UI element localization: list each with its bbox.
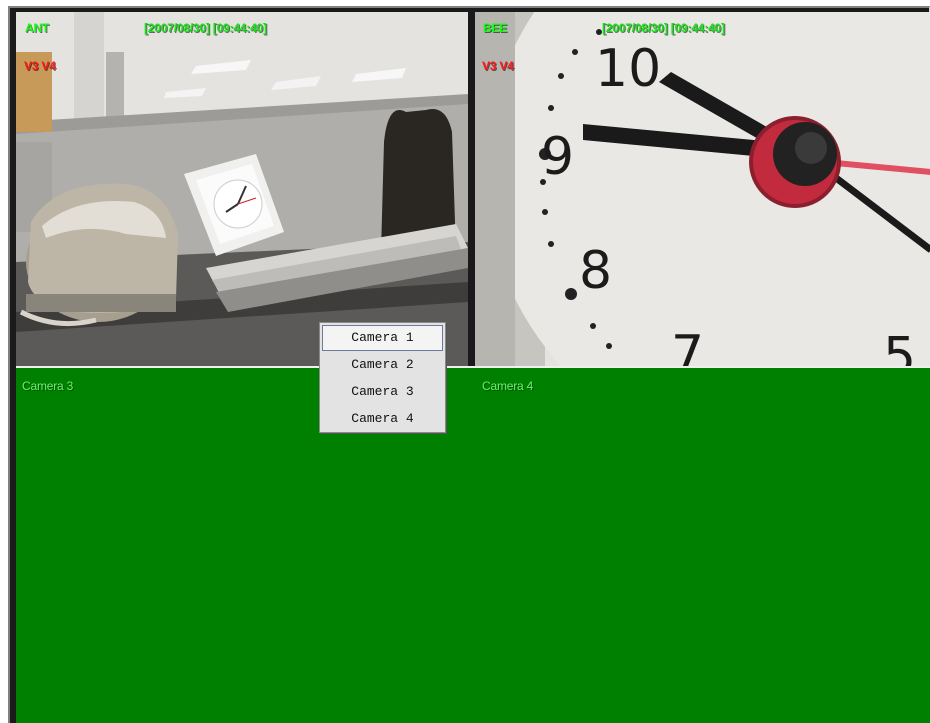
channel-tags: V3 V4	[24, 59, 56, 73]
timestamp: [2007/08/30] [09:44:40]	[144, 21, 267, 35]
camera-label: Camera 4	[482, 379, 534, 393]
camera-select-menu[interactable]: Camera 1 Camera 2 Camera 3 Camera 4	[319, 322, 446, 433]
camera-pane-ant[interactable]: ANT [2007/08/30] [09:44:40] V3 V4	[16, 12, 468, 366]
camera-label: Camera 3	[22, 379, 74, 393]
menu-item-camera-1[interactable]: Camera 1	[322, 325, 443, 351]
clock-numeral-10: 10	[595, 39, 661, 99]
clock-numeral-9: 9	[541, 127, 574, 187]
video-feed-clock: 10 9 8 7 5	[475, 12, 930, 366]
clock-numeral-7: 7	[671, 325, 704, 366]
menu-item-camera-3[interactable]: Camera 3	[322, 379, 443, 405]
timestamp: [2007/08/30] [09:44:40]	[602, 21, 725, 35]
channel-tags: V3 V4	[482, 59, 514, 73]
camera-pane-bee[interactable]: 10 9 8 7 5 BEE [2007/08/30] [09:44:40] V…	[475, 12, 930, 366]
menu-item-camera-2[interactable]: Camera 2	[322, 352, 443, 378]
camera-name: ANT	[25, 21, 50, 35]
video-feed-office	[16, 12, 468, 366]
menu-item-camera-4[interactable]: Camera 4	[322, 406, 443, 432]
camera-pane-4[interactable]: Camera 4	[475, 368, 930, 723]
camera-name: BEE	[483, 21, 508, 35]
clock-numeral-5: 5	[883, 327, 916, 366]
clock-numeral-8: 8	[579, 241, 612, 301]
video-grid: ANT [2007/08/30] [09:44:40] V3 V4 10 9 8	[8, 6, 930, 723]
